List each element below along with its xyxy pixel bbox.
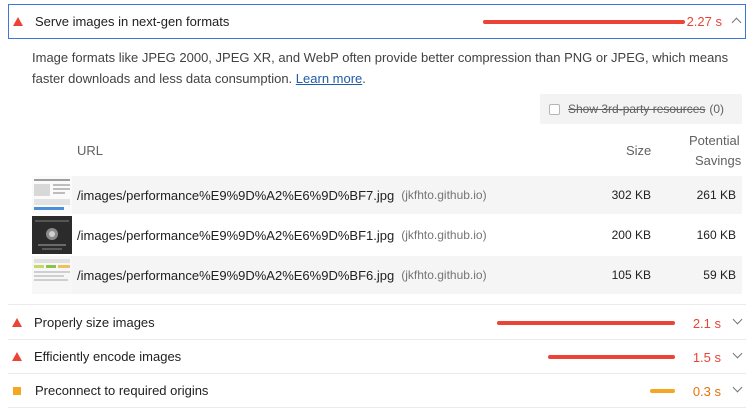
- savings-column-header-line2: Savings: [695, 153, 742, 168]
- savings-value: 1.5 s: [692, 350, 721, 365]
- table-row: /images/performance%E9%9D%A2%E6%9D%BF6.j…: [72, 256, 742, 294]
- savings-bar: [548, 355, 675, 359]
- image-thumbnail: [32, 216, 72, 254]
- table-row: /images/performance%E9%9D%A2%E6%9D%BF1.j…: [72, 216, 742, 254]
- resource-url: /images/performance%E9%9D%A2%E6%9D%BF7.j…: [77, 187, 395, 203]
- average-square-icon: [13, 386, 21, 395]
- audit-divider: [8, 304, 746, 305]
- savings-value: 2.1 s: [692, 316, 721, 331]
- resource-host: (jkfhto.github.io): [401, 228, 487, 242]
- resource-url: /images/performance%E9%9D%A2%E6%9D%BF6.j…: [77, 267, 395, 283]
- resource-savings: 160 KB: [696, 228, 736, 242]
- savings-bar: [497, 321, 675, 325]
- learn-more-link[interactable]: Learn more: [296, 71, 362, 86]
- resource-host: (jkfhto.github.io): [401, 268, 487, 282]
- resource-size: 105 KB: [611, 268, 651, 282]
- audit-properly-size-images[interactable]: Properly size images 2.1 s: [8, 306, 746, 340]
- third-party-checkbox[interactable]: [549, 103, 560, 115]
- third-party-count: (0): [709, 102, 725, 116]
- audit-description: Image formats like JPEG 2000, JPEG XR, a…: [32, 50, 729, 86]
- third-party-toggle[interactable]: Show 3rd-party resources (0): [540, 94, 742, 124]
- audit-next-gen-formats-header[interactable]: Serve images in next-gen formats 2.27 s: [8, 4, 746, 39]
- third-party-label: Show 3rd-party resources: [568, 102, 706, 116]
- savings-value: 2.27 s: [686, 14, 722, 29]
- table-row: /images/performance%E9%9D%A2%E6%9D%BF7.j…: [72, 176, 742, 214]
- resource-size: 302 KB: [611, 188, 651, 202]
- resource-savings: 261 KB: [696, 188, 736, 202]
- audit-preconnect-required-origins[interactable]: Preconnect to required origins 0.3 s: [8, 374, 746, 408]
- resource-size: 200 KB: [611, 228, 651, 242]
- savings-column-header-line1: Potential: [689, 133, 740, 148]
- size-column-header: Size: [626, 143, 652, 158]
- fail-triangle-icon: [12, 352, 22, 361]
- url-column-header: URL: [77, 143, 104, 158]
- audit-title: Preconnect to required origins: [35, 383, 209, 398]
- fail-triangle-icon: [12, 318, 22, 327]
- fail-triangle-icon: [13, 17, 23, 26]
- resource-host: (jkfhto.github.io): [401, 188, 487, 202]
- resource-savings: 59 KB: [703, 268, 736, 282]
- image-thumbnail: [32, 256, 72, 294]
- audit-efficiently-encode-images[interactable]: Efficiently encode images 1.5 s: [8, 340, 746, 374]
- savings-value: 0.3 s: [692, 384, 721, 399]
- savings-bar: [483, 20, 685, 24]
- resource-url: /images/performance%E9%9D%A2%E6%9D%BF1.j…: [77, 227, 395, 243]
- image-thumbnail: [32, 176, 72, 214]
